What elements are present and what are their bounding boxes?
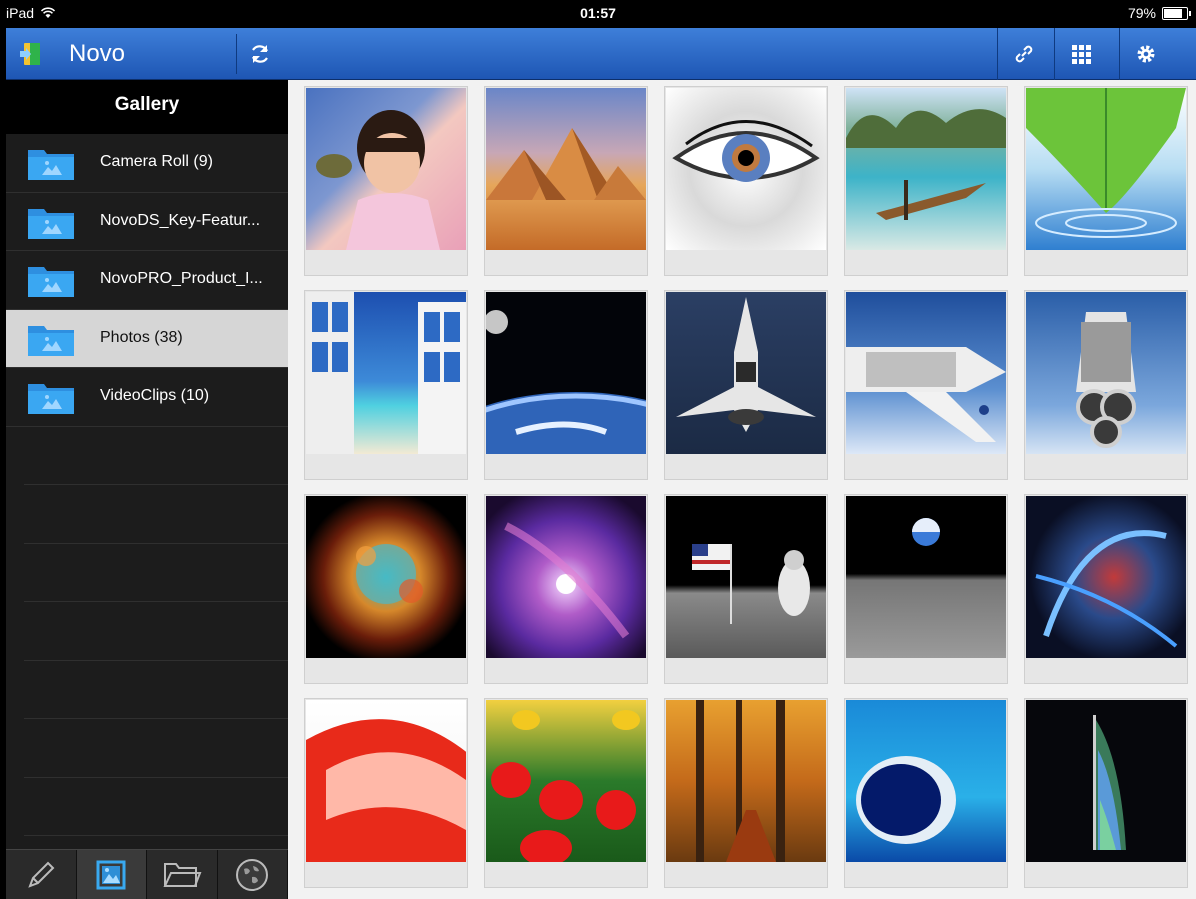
photo-pyramids bbox=[486, 128, 646, 200]
empty-row bbox=[24, 602, 288, 661]
photo-thumbnail[interactable] bbox=[844, 290, 1008, 480]
photo-thumbnail[interactable] bbox=[484, 698, 648, 888]
tab-files[interactable] bbox=[147, 850, 218, 899]
photo-pink-nebula bbox=[504, 522, 630, 639]
photo-thumbnail[interactable] bbox=[484, 86, 648, 276]
photo-leaf bbox=[1026, 88, 1186, 238]
photo-shuttle-front bbox=[676, 297, 816, 432]
photo-thumbnail[interactable] bbox=[844, 86, 1008, 276]
photo-autumn-forest bbox=[696, 700, 785, 862]
photo-thumbnail[interactable] bbox=[664, 698, 828, 888]
photo-crab-nebula bbox=[356, 544, 423, 604]
photo-earth-moon bbox=[486, 310, 646, 454]
photo-strawberry bbox=[306, 719, 466, 862]
refresh-button[interactable] bbox=[236, 34, 282, 74]
folder-label: Photos (38) bbox=[100, 328, 183, 346]
photo-thumbnail[interactable] bbox=[484, 494, 648, 684]
photo-thumbnail[interactable] bbox=[1024, 698, 1188, 888]
photo-child bbox=[316, 110, 440, 250]
photo-thumbnail[interactable] bbox=[664, 494, 828, 684]
folder-novopro-product[interactable]: NovoPRO_Product_I... bbox=[6, 251, 288, 310]
empty-row bbox=[24, 485, 288, 544]
photo-thumbnail[interactable] bbox=[1024, 290, 1188, 480]
photo-thumbnail[interactable] bbox=[664, 86, 828, 276]
photo-thumbnail[interactable] bbox=[1024, 86, 1188, 276]
photo-earthrise bbox=[912, 518, 940, 546]
bottom-tab-bar bbox=[6, 849, 288, 899]
battery-percent: 79% bbox=[1127, 5, 1156, 21]
folder-icon bbox=[163, 862, 202, 887]
folder-label: VideoClips (10) bbox=[100, 387, 210, 404]
app-title: Novo bbox=[69, 40, 126, 67]
photo-thumbnail[interactable] bbox=[844, 698, 1008, 888]
photo-folder-icon bbox=[28, 267, 74, 297]
settings-button[interactable] bbox=[1119, 28, 1171, 80]
photo-abstract-swirl bbox=[1035, 530, 1178, 648]
battery-icon bbox=[1162, 6, 1191, 20]
photo-boat bbox=[846, 109, 1006, 220]
tab-web[interactable] bbox=[218, 850, 288, 899]
main-panel bbox=[288, 28, 1196, 899]
sidebar-header: Novo bbox=[6, 28, 288, 80]
photo-thumbnail[interactable] bbox=[304, 86, 468, 276]
folder-label: NovoPRO_Product_I... bbox=[100, 270, 263, 287]
link-button[interactable] bbox=[997, 28, 1049, 80]
refresh-icon bbox=[251, 45, 268, 63]
empty-row bbox=[24, 661, 288, 719]
main-header bbox=[288, 28, 1196, 80]
photo-thumbnail[interactable] bbox=[1024, 494, 1188, 684]
photo-moon-landing bbox=[692, 544, 810, 624]
folder-camera-roll[interactable]: Camera Roll (9) bbox=[6, 134, 288, 193]
photo-folder-icon bbox=[28, 325, 74, 356]
empty-row bbox=[24, 427, 288, 485]
empty-row bbox=[24, 778, 288, 836]
status-bar: iPad 01:57 79% bbox=[0, 0, 1196, 28]
folder-novods-key-features[interactable]: NovoDS_Key-Featur... bbox=[6, 193, 288, 251]
photo-burj-al-arab bbox=[1093, 715, 1126, 850]
globe-icon bbox=[236, 858, 269, 891]
tab-gallery[interactable] bbox=[76, 850, 147, 899]
grid-view-button[interactable] bbox=[1054, 28, 1106, 80]
photo-folder-icon bbox=[28, 150, 74, 180]
gallery-title: Gallery bbox=[6, 80, 288, 134]
photo-blue-hole bbox=[856, 756, 956, 844]
novo-logo-icon bbox=[20, 43, 40, 65]
photo-thumbnail[interactable] bbox=[304, 290, 468, 480]
empty-row bbox=[24, 544, 288, 602]
photo-thumbnail[interactable] bbox=[304, 494, 468, 684]
photo-window-beach bbox=[306, 292, 466, 454]
photo-thumbnail[interactable] bbox=[844, 494, 1008, 684]
tab-annotate[interactable] bbox=[6, 850, 77, 899]
photo-folder-icon bbox=[28, 384, 74, 414]
folder-videoclips[interactable]: VideoClips (10) bbox=[6, 368, 288, 427]
settings-icon bbox=[1137, 45, 1154, 63]
pencil-icon bbox=[28, 861, 55, 888]
link-icon bbox=[1015, 45, 1032, 63]
folder-photos[interactable]: Photos (38) bbox=[6, 309, 288, 368]
photo-thumbnail[interactable] bbox=[664, 290, 828, 480]
empty-row bbox=[24, 719, 288, 778]
clock: 01:57 bbox=[580, 5, 616, 21]
folder-list: Camera Roll (9) NovoDS_Key-Featur... Nov… bbox=[6, 134, 288, 836]
photo-shuttle-bay bbox=[846, 347, 1006, 442]
photo-thumbnail[interactable] bbox=[484, 290, 648, 480]
photo-tulips bbox=[491, 710, 640, 862]
gallery-icon bbox=[96, 860, 126, 889]
folder-label: NovoDS_Key-Featur... bbox=[100, 211, 261, 229]
photo-folder-icon bbox=[28, 208, 74, 239]
photo-eye bbox=[672, 120, 820, 182]
folder-label: Camera Roll (9) bbox=[100, 153, 213, 170]
grid-view-icon bbox=[1071, 45, 1091, 64]
photo-shuttle-engines bbox=[1076, 312, 1136, 448]
sidebar: Novo Gallery Camera Roll (9) NovoDS_Key-… bbox=[6, 28, 288, 899]
photo-thumbnail[interactable] bbox=[304, 698, 468, 888]
